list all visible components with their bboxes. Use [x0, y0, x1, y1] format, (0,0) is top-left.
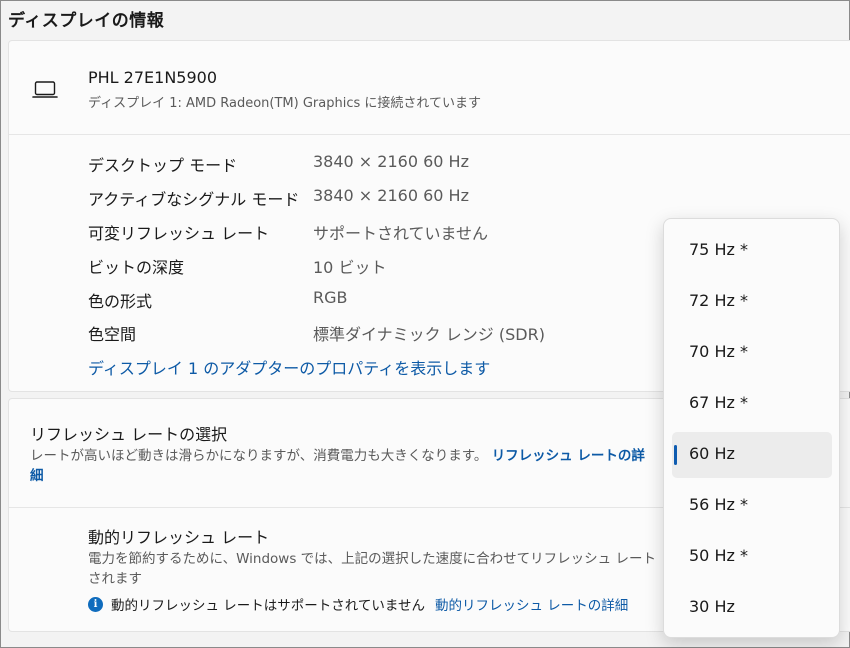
refresh-option-60-selected[interactable]: 60 Hz	[672, 432, 832, 478]
info-value-bit-depth: 10 ビット	[313, 258, 387, 277]
info-label-color-format: 色の形式	[88, 292, 153, 311]
refresh-option-label: 75 Hz *	[689, 240, 748, 259]
info-value-color-space: 標準ダイナミック レンジ (SDR)	[313, 325, 545, 344]
refresh-option-70[interactable]: 70 Hz *	[672, 330, 832, 376]
info-label-active-signal: アクティブなシグナル モード	[88, 190, 300, 209]
refresh-rate-description-text: レートが高いほど動きは滑らかになりますが、消費電力も大きくなります。	[30, 448, 488, 464]
dynamic-refresh-title: 動的リフレッシュ レート	[88, 528, 270, 547]
refresh-rate-title: リフレッシュ レートの選択	[30, 425, 228, 444]
dynamic-refresh-status-text: 動的リフレッシュ レートはサポートされていません	[111, 598, 425, 614]
refresh-rate-dropdown[interactable]: 75 Hz * 72 Hz * 70 Hz * 67 Hz * 60 Hz 56…	[663, 218, 840, 638]
info-label-color-space: 色空間	[88, 325, 137, 344]
refresh-option-label: 60 Hz	[689, 444, 735, 463]
dynamic-refresh-details-link[interactable]: 動的リフレッシュ レートの詳細	[435, 594, 628, 614]
refresh-option-label: 30 Hz	[689, 597, 735, 616]
info-value-color-format: RGB	[313, 288, 348, 307]
info-value-active-signal: 3840 × 2160 60 Hz	[313, 186, 469, 205]
monitor-name: PHL 27E1N5900	[88, 68, 218, 87]
info-value-vrr: サポートされていません	[313, 224, 489, 243]
page-title: ディスプレイの情報	[8, 11, 165, 31]
refresh-rate-description: レートが高いほど動きは滑らかになりますが、消費電力も大きくなります。 リフレッシ…	[30, 446, 645, 486]
selection-indicator	[674, 445, 677, 465]
laptop-icon	[32, 81, 58, 98]
refresh-option-label: 50 Hz *	[689, 546, 748, 565]
card-divider	[9, 134, 850, 135]
refresh-option-30[interactable]: 30 Hz	[672, 585, 832, 631]
dynamic-refresh-description-line2: されます	[88, 571, 142, 587]
dynamic-refresh-description: 電力を節約するために、Windows では、上記の選択した速度に合わせてリフレッ…	[88, 549, 663, 589]
refresh-option-56[interactable]: 56 Hz *	[672, 483, 832, 529]
refresh-option-label: 67 Hz *	[689, 393, 748, 412]
refresh-option-75[interactable]: 75 Hz *	[672, 228, 832, 274]
refresh-option-label: 56 Hz *	[689, 495, 748, 514]
info-label-vrr: 可変リフレッシュ レート	[88, 224, 270, 243]
info-label-desktop-mode: デスクトップ モード	[88, 156, 238, 175]
refresh-option-label: 72 Hz *	[689, 291, 748, 310]
refresh-option-50[interactable]: 50 Hz *	[672, 534, 832, 580]
refresh-option-label: 70 Hz *	[689, 342, 748, 361]
monitor-connection: ディスプレイ 1: AMD Radeon(TM) Graphics に接続されて…	[88, 96, 481, 111]
refresh-option-67[interactable]: 67 Hz *	[672, 381, 832, 427]
info-icon: i	[88, 596, 103, 612]
info-value-desktop-mode: 3840 × 2160 60 Hz	[313, 152, 469, 171]
refresh-option-72[interactable]: 72 Hz *	[672, 279, 832, 325]
dynamic-refresh-description-line1: 電力を節約するために、Windows では、上記の選択した速度に合わせてリフレッ…	[88, 551, 656, 567]
adapter-properties-link[interactable]: ディスプレイ 1 のアダプターのプロパティを表示します	[88, 355, 490, 379]
info-label-bit-depth: ビットの深度	[88, 258, 185, 277]
dynamic-refresh-status: i 動的リフレッシュ レートはサポートされていません 動的リフレッシュ レートの…	[88, 594, 628, 614]
